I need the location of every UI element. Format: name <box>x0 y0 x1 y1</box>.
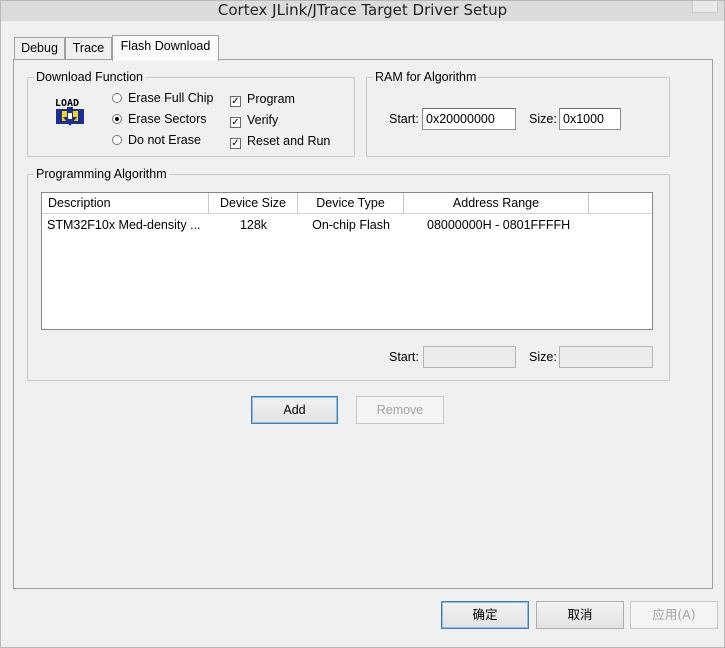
radio-indicator[interactable] <box>112 114 122 124</box>
checkmark-icon[interactable]: ✓ <box>230 138 241 149</box>
reset-and-run-label: Reset and Run <box>247 134 331 148</box>
algo-size-input[interactable] <box>559 346 653 368</box>
verify-label: Verify <box>247 113 279 127</box>
do-not-erase-radio[interactable]: Do not Erase <box>112 133 201 147</box>
tab-flash-download[interactable]: Flash Download <box>112 35 219 61</box>
load-icon: LOAD <box>53 95 87 129</box>
erase-sectors-label: Erase Sectors <box>128 112 207 126</box>
row-address-range: 08000000H - 0801FFFFH <box>427 218 571 232</box>
checkmark-icon[interactable]: ✓ <box>230 96 241 107</box>
ram-start-label: Start: <box>389 112 419 126</box>
list-header: Description Device Size Device Type Addr… <box>42 193 652 214</box>
download-function-title: Download Function <box>36 70 144 84</box>
row-device-type: On-chip Flash <box>312 218 390 232</box>
title-bar: Cortex JLink/JTrace Target Driver Setup <box>1 1 724 21</box>
erase-full-chip-label: Erase Full Chip <box>128 91 214 105</box>
remove-button[interactable]: Remove <box>356 396 444 424</box>
programming-algorithm-title: Programming Algorithm <box>36 167 167 181</box>
column-header-device-size[interactable]: Device Size <box>209 193 298 214</box>
program-label: Program <box>247 92 295 106</box>
checkmark-icon[interactable]: ✓ <box>230 117 241 128</box>
column-header-filler <box>589 193 652 214</box>
row-device-size: 128k <box>239 218 268 232</box>
close-button[interactable] <box>692 1 718 13</box>
ok-button[interactable]: 确定 <box>441 601 529 629</box>
column-header-description[interactable]: Description <box>42 193 209 214</box>
algorithm-list[interactable]: Description Device Size Device Type Addr… <box>41 192 653 330</box>
window-title: Cortex JLink/JTrace Target Driver Setup <box>217 1 508 19</box>
tab-debug[interactable]: Debug <box>14 37 65 59</box>
tab-trace[interactable]: Trace <box>65 37 112 59</box>
radio-indicator[interactable] <box>112 93 122 103</box>
column-header-device-type[interactable]: Device Type <box>298 193 404 214</box>
do-not-erase-label: Do not Erase <box>128 133 201 147</box>
apply-button[interactable]: 应用(A) <box>630 601 718 629</box>
add-button[interactable]: Add <box>251 396 338 424</box>
radio-indicator[interactable] <box>112 135 122 145</box>
verify-checkbox[interactable]: ✓ Verify <box>230 113 278 128</box>
ram-size-input[interactable]: 0x1000 <box>559 108 621 130</box>
algo-start-input[interactable] <box>423 346 516 368</box>
row-description: STM32F10x Med-density ... <box>47 218 201 232</box>
algo-start-label: Start: <box>389 350 419 364</box>
ram-group-title: RAM for Algorithm <box>375 70 477 84</box>
reset-and-run-checkbox[interactable]: ✓ Reset and Run <box>230 134 330 149</box>
cancel-button[interactable]: 取消 <box>536 601 624 629</box>
program-checkbox[interactable]: ✓ Program <box>230 92 295 107</box>
erase-full-chip-radio[interactable]: Erase Full Chip <box>112 91 213 105</box>
table-row[interactable]: STM32F10x Med-density ... 128k On-chip F… <box>42 215 652 235</box>
algo-size-label: Size: <box>529 350 557 364</box>
ram-start-input[interactable]: 0x20000000 <box>422 108 516 130</box>
ram-size-label: Size: <box>529 112 557 126</box>
erase-sectors-radio[interactable]: Erase Sectors <box>112 112 207 126</box>
dialog-window: Cortex JLink/JTrace Target Driver Setup … <box>0 0 725 648</box>
column-header-address-range[interactable]: Address Range <box>404 193 589 214</box>
